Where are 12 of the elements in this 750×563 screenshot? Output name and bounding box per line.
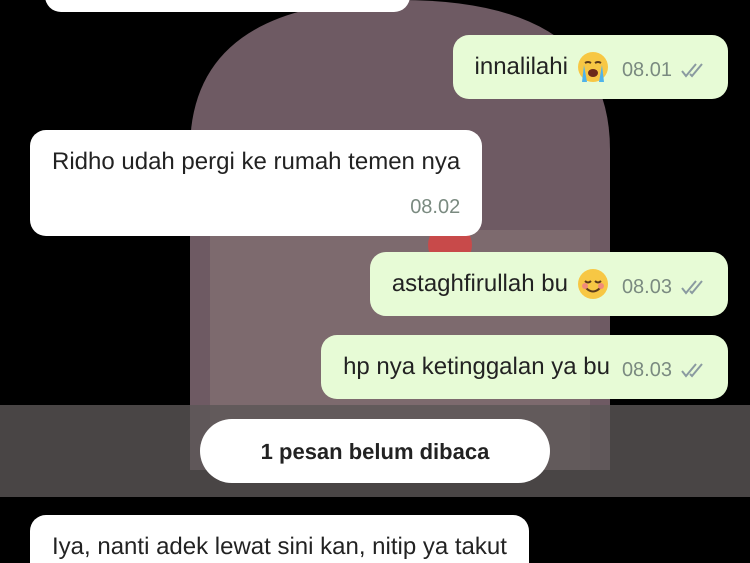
- smiling-face-icon: [576, 267, 610, 301]
- message-time: 08.02: [410, 195, 460, 220]
- message-text: Ridho udah pergi ke rumah temen nya: [52, 147, 460, 177]
- message-text: Iya, nanti adek lewat sini kan, nitip ya takut: [52, 532, 507, 562]
- message-text: astaghfirullah bu: [392, 269, 568, 299]
- message-time: 08.03: [622, 358, 672, 383]
- message-time: 08.01: [622, 58, 672, 83]
- crying-face-icon: [576, 50, 610, 84]
- message-text: hp nya ketinggalan ya bu: [343, 352, 610, 382]
- message-text: innalilahi: [474, 52, 568, 82]
- unread-count-label: 1 pesan belum dibaca: [260, 438, 490, 466]
- message-time: 08.03: [622, 275, 672, 300]
